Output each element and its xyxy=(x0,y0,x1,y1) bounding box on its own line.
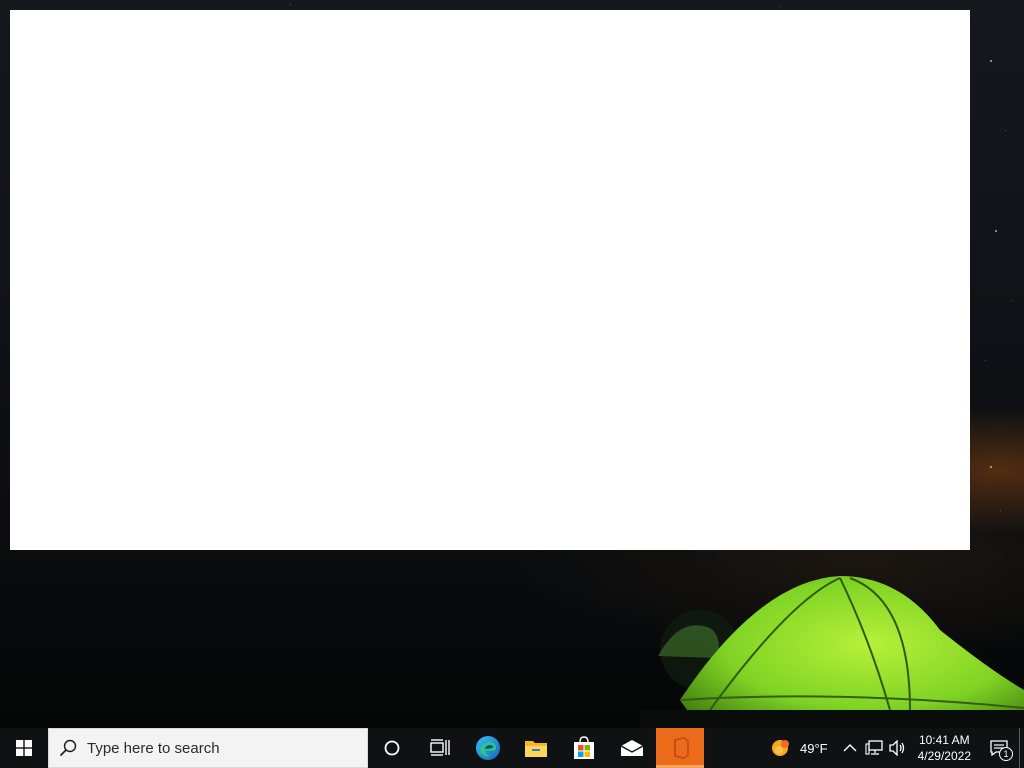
star xyxy=(1012,300,1013,301)
office-icon xyxy=(674,737,689,759)
clock[interactable]: 10:41 AM 4/29/2022 xyxy=(910,728,979,768)
star xyxy=(995,230,997,232)
office-button[interactable] xyxy=(656,728,704,768)
blank-app-window[interactable] xyxy=(10,10,970,550)
tent-illustration xyxy=(640,576,1024,728)
cortana-button[interactable] xyxy=(368,728,416,768)
windows-logo-icon xyxy=(16,740,32,756)
network-button[interactable] xyxy=(862,728,886,768)
mail-icon xyxy=(620,740,644,756)
start-button[interactable] xyxy=(0,728,48,768)
show-hidden-icons-button[interactable] xyxy=(838,728,862,768)
volume-icon xyxy=(888,740,904,756)
clock-time: 10:41 AM xyxy=(918,733,970,747)
star xyxy=(1000,510,1001,511)
search-placeholder: Type here to search xyxy=(87,739,220,757)
clock-date: 4/29/2022 xyxy=(917,749,971,763)
edge-icon xyxy=(476,736,500,760)
task-view-button[interactable] xyxy=(416,728,464,768)
star xyxy=(1005,130,1006,131)
star xyxy=(985,360,986,361)
chevron-up-icon xyxy=(843,744,857,752)
system-tray: 49°F 10:41 AM 4/29/2022 1 xyxy=(765,728,1024,768)
weather-widget[interactable]: 49°F xyxy=(765,728,838,768)
edge-button[interactable] xyxy=(464,728,512,768)
star xyxy=(990,466,992,468)
taskbar: Type here to search 49°F 10:41 AM 4/29/2… xyxy=(0,728,1024,768)
volume-button[interactable] xyxy=(886,728,910,768)
show-desktop-button[interactable] xyxy=(1019,728,1024,768)
mail-button[interactable] xyxy=(608,728,656,768)
star xyxy=(290,4,291,5)
circle-icon xyxy=(384,740,400,756)
sun-cloud-icon xyxy=(772,740,789,756)
file-explorer-button[interactable] xyxy=(512,728,560,768)
weather-temperature: 49°F xyxy=(800,740,828,756)
store-icon xyxy=(574,736,594,759)
search-icon xyxy=(59,739,77,757)
star xyxy=(990,60,992,62)
search-box[interactable]: Type here to search xyxy=(48,728,368,768)
action-center-button[interactable]: 1 xyxy=(979,728,1019,768)
star xyxy=(780,6,781,7)
network-icon xyxy=(865,740,883,755)
notification-count-badge: 1 xyxy=(999,747,1013,761)
folder-icon xyxy=(525,741,547,757)
microsoft-store-button[interactable] xyxy=(560,728,608,768)
task-view-icon xyxy=(430,739,450,756)
